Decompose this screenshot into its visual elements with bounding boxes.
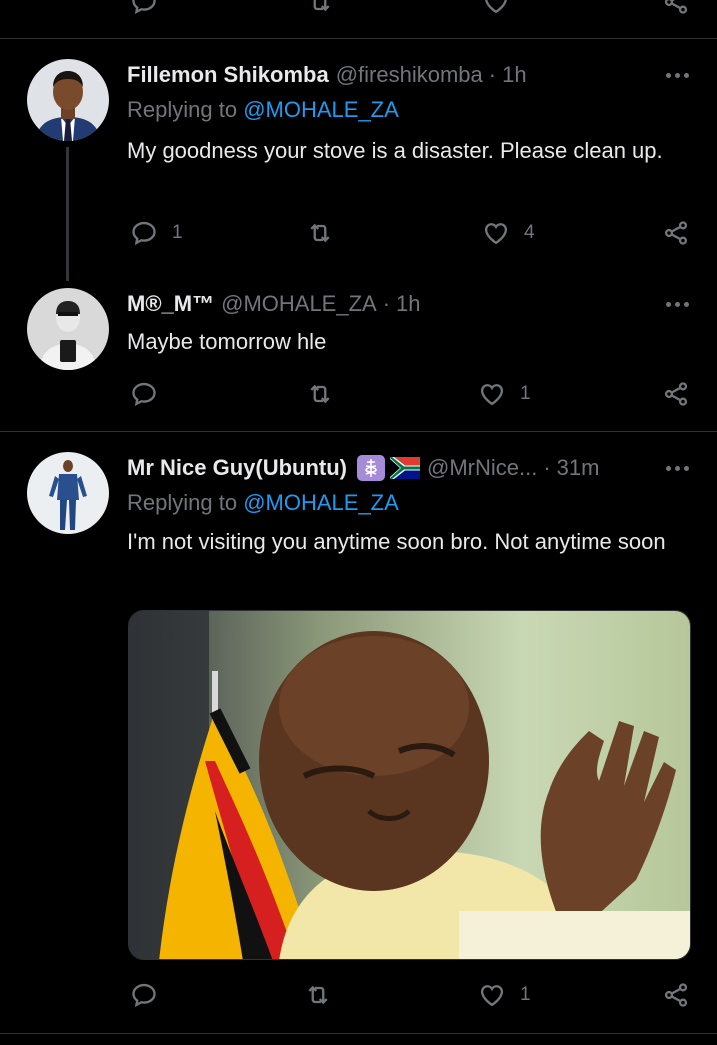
timestamp[interactable]: 31m [557, 455, 600, 481]
share-button[interactable] [662, 981, 690, 1009]
retweet-icon [306, 219, 334, 247]
tweet-header: M®_M™ @MOHALE_ZA · 1h [127, 288, 421, 320]
avatar[interactable] [27, 288, 109, 370]
heart-icon [482, 0, 510, 16]
replying-label: Replying to [127, 490, 238, 515]
like-button[interactable] [482, 0, 510, 16]
reply-icon [130, 0, 158, 16]
user-handle[interactable]: @fireshikomba [336, 62, 483, 88]
tweet-text: Maybe tomorrow hle [127, 329, 327, 354]
tweet-header: Fillemon Shikomba @fireshikomba · 1h [127, 59, 527, 91]
replying-to: Replying to @MOHALE_ZA [127, 97, 399, 123]
retweet-button[interactable] [306, 380, 348, 408]
tweet-photo[interactable] [128, 610, 691, 960]
divider [0, 1033, 717, 1034]
retweet-button[interactable] [304, 981, 346, 1009]
share-icon [662, 380, 690, 408]
separator: · [382, 291, 391, 316]
reply-button[interactable] [130, 981, 172, 1009]
divider [0, 38, 717, 39]
like-button[interactable]: 1 [478, 981, 531, 1009]
retweet-button[interactable] [306, 219, 348, 247]
reply-icon [130, 219, 158, 247]
timestamp[interactable]: 1h [502, 62, 526, 88]
display-name[interactable]: Mr Nice Guy(Ubuntu) [127, 455, 347, 481]
like-count: 1 [520, 984, 531, 1005]
more-button[interactable] [666, 59, 689, 91]
reply-icon [130, 981, 158, 1009]
share-button[interactable] [662, 380, 690, 408]
reply-count: 1 [172, 222, 183, 243]
tweet-actions: 1 [0, 981, 717, 1011]
heart-icon [478, 981, 506, 1009]
share-button[interactable] [662, 0, 690, 16]
more-button[interactable] [666, 452, 689, 484]
like-count: 4 [524, 222, 535, 243]
like-button[interactable]: 4 [482, 219, 535, 247]
retweet-icon [306, 380, 334, 408]
tweet-text: My goodness your stove is a disaster. Pl… [127, 138, 663, 163]
more-icon [666, 72, 671, 78]
tweet[interactable]: Fillemon Shikomba @fireshikomba · 1h Rep… [0, 59, 717, 281]
more-icon [666, 301, 671, 307]
tweet[interactable]: M®_M™ @MOHALE_ZA · 1h Maybe tomorrow hle… [0, 288, 717, 428]
more-button[interactable] [666, 288, 689, 320]
reply-icon [130, 380, 158, 408]
more-icon [666, 465, 671, 471]
share-button[interactable] [662, 219, 690, 247]
reply-button[interactable] [130, 380, 172, 408]
user-handle[interactable]: @MOHALE_ZA [221, 291, 377, 317]
display-name[interactable]: Fillemon Shikomba [127, 62, 329, 88]
avatar[interactable] [27, 452, 109, 534]
reply-button[interactable]: 1 [130, 219, 183, 247]
photo-image [129, 611, 690, 959]
separator: · [488, 62, 497, 87]
reply-button[interactable] [130, 0, 158, 16]
mention-link[interactable]: @MOHALE_ZA [243, 97, 399, 122]
heart-icon [478, 380, 506, 408]
previous-tweet-actions [0, 0, 717, 18]
timestamp[interactable]: 1h [396, 291, 420, 317]
retweet-icon [306, 0, 334, 16]
replying-to: Replying to @MOHALE_ZA [127, 490, 399, 516]
divider [0, 431, 717, 432]
avatar[interactable] [27, 59, 109, 141]
medical-badge-icon [357, 455, 385, 481]
retweet-icon [304, 981, 332, 1009]
south-africa-flag-icon [390, 457, 420, 479]
thread-line [66, 147, 69, 281]
display-name[interactable]: M®_M™ [127, 291, 214, 317]
share-icon [662, 219, 690, 247]
share-icon [662, 981, 690, 1009]
mention-link[interactable]: @MOHALE_ZA [243, 490, 399, 515]
user-handle[interactable]: @MrNice... [427, 455, 537, 481]
heart-icon [482, 219, 510, 247]
like-count: 1 [520, 383, 531, 404]
share-icon [662, 0, 690, 16]
like-button[interactable]: 1 [478, 380, 531, 408]
tweet-actions: 1 4 [0, 219, 717, 249]
replying-label: Replying to [127, 97, 238, 122]
tweet-text: I'm not visiting you anytime soon bro. N… [127, 529, 666, 554]
tweet-header: Mr Nice Guy(Ubuntu) @MrNice... · 31m [127, 452, 647, 484]
separator: · [543, 455, 551, 480]
tweet-actions: 1 [0, 380, 717, 410]
retweet-button[interactable] [306, 0, 334, 16]
